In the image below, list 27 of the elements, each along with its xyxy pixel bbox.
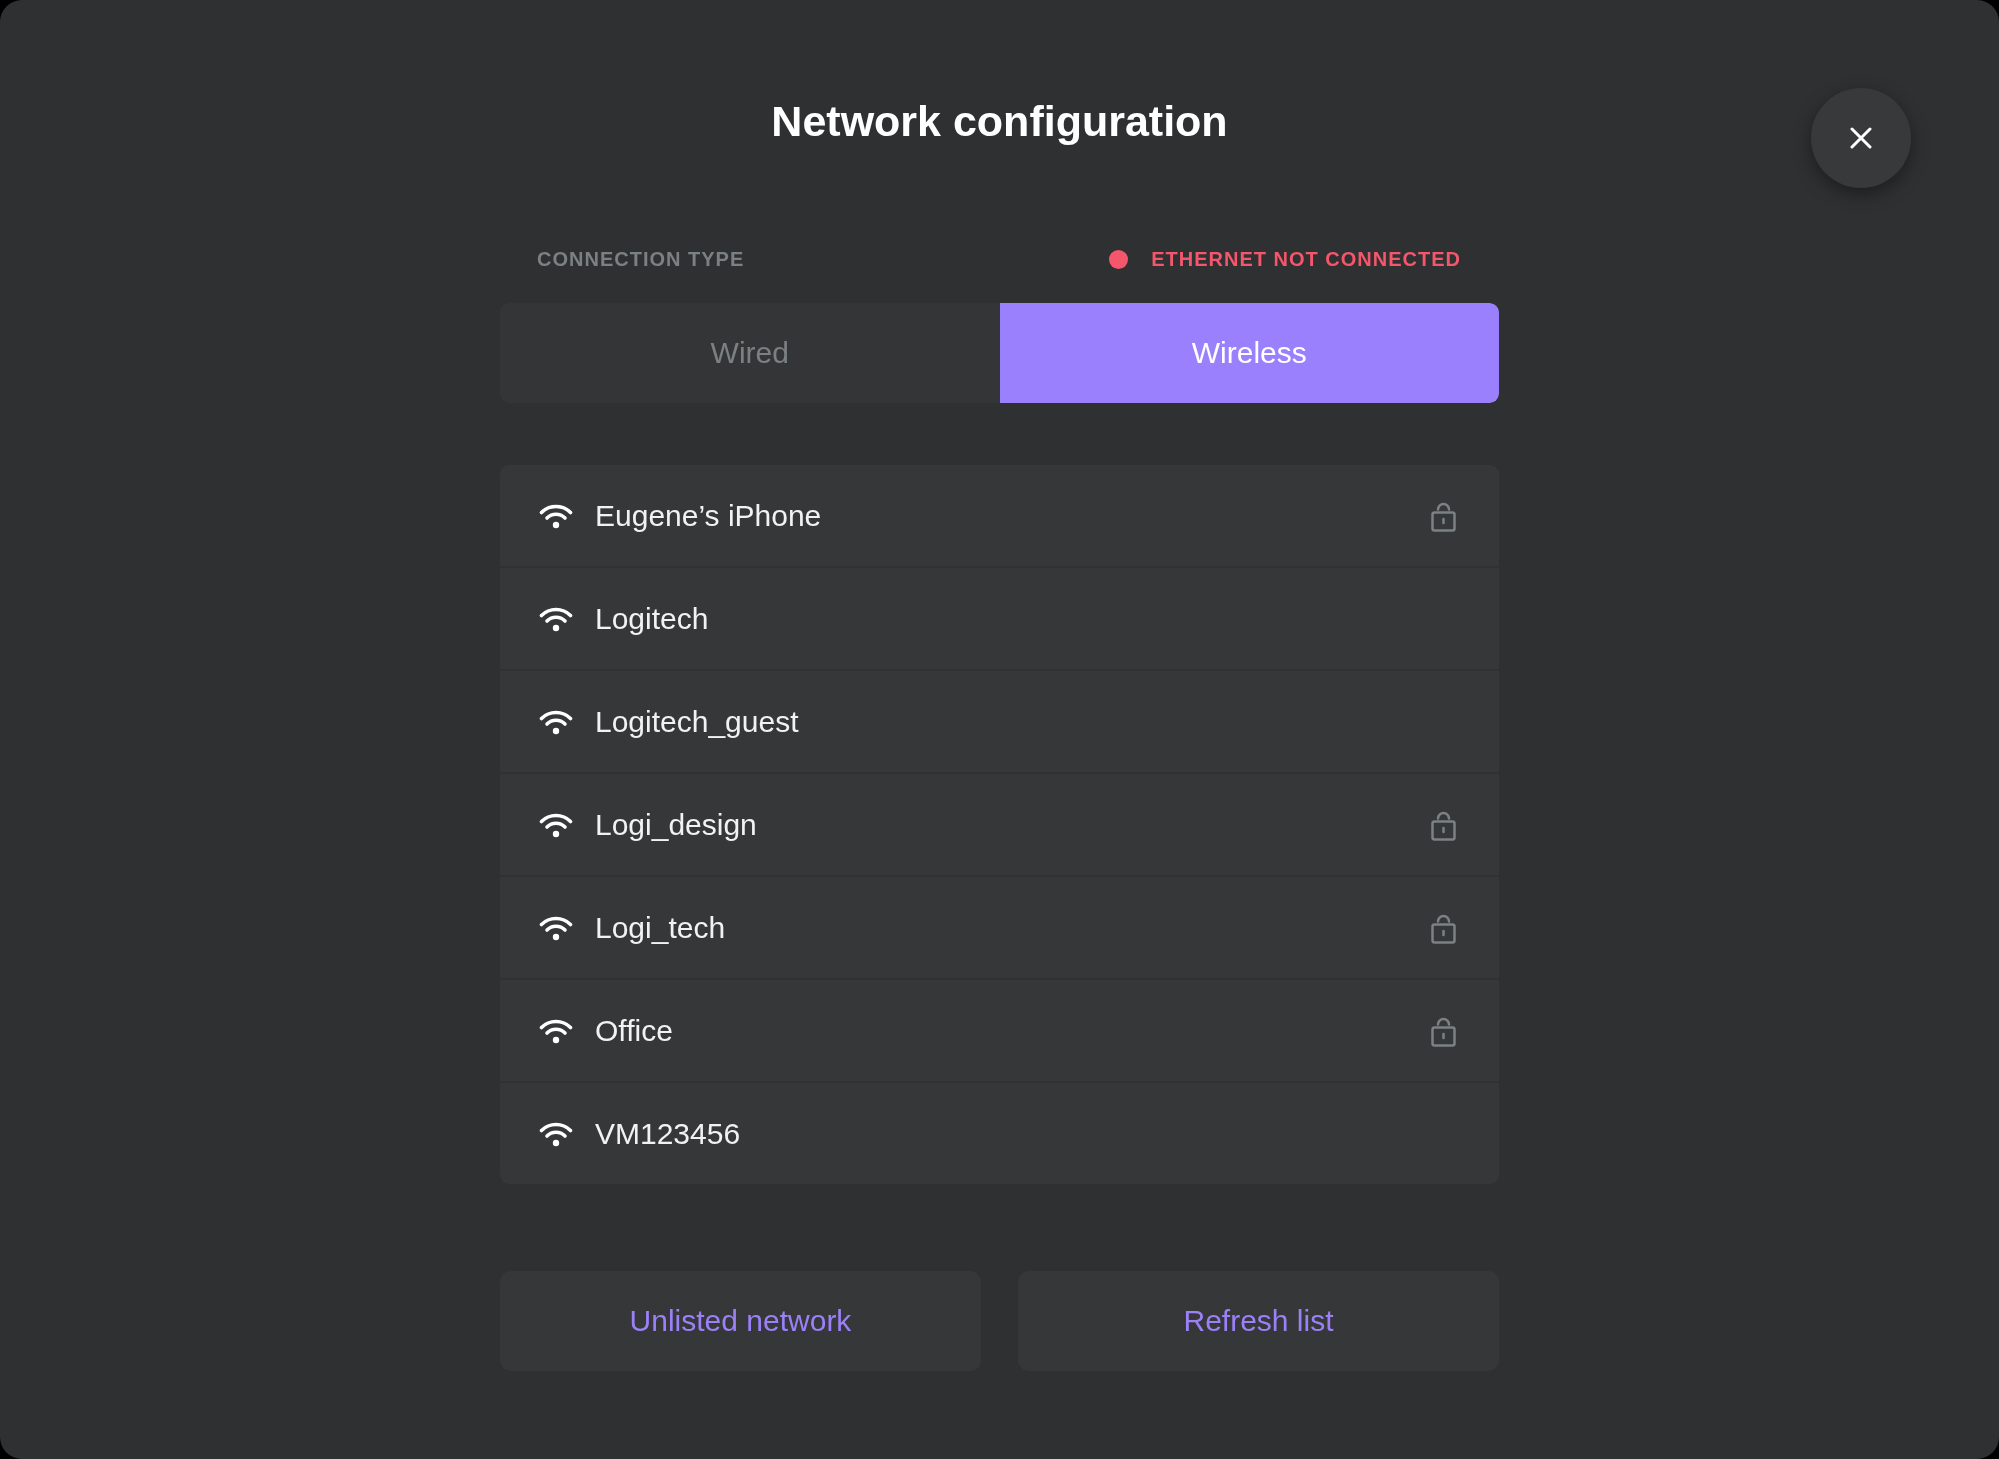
network-name: Eugene’s iPhone — [595, 498, 822, 533]
wifi-icon — [539, 605, 573, 632]
network-row[interactable]: Logitech — [500, 568, 1499, 669]
network-row[interactable]: VM123456 — [500, 1083, 1499, 1184]
wifi-icon — [539, 811, 573, 838]
network-row[interactable]: Logi_tech — [500, 877, 1499, 978]
wifi-icon — [539, 502, 573, 529]
close-icon — [1850, 127, 1872, 149]
wifi-icon — [539, 914, 573, 941]
network-name: Office — [595, 1013, 673, 1048]
dialog-title: Network configuration — [771, 97, 1228, 145]
network-name: Logitech_guest — [595, 704, 799, 739]
network-row[interactable]: Logi_design — [500, 774, 1499, 875]
network-name: Logi_design — [595, 807, 757, 842]
connection-type-label: CONNECTION TYPE — [537, 247, 745, 271]
network-row[interactable]: Eugene’s iPhone — [500, 465, 1499, 566]
action-button[interactable]: Refresh list — [1018, 1271, 1499, 1371]
wifi-icon — [539, 1017, 573, 1044]
network-name: Logitech — [595, 601, 709, 636]
network-name: Logi_tech — [595, 910, 726, 945]
wifi-icon — [539, 708, 573, 735]
action-button[interactable]: Unlisted network — [500, 1271, 981, 1371]
network-name: VM123456 — [595, 1116, 741, 1151]
network-row[interactable]: Logitech_guest — [500, 671, 1499, 772]
network-row[interactable]: Office — [500, 980, 1499, 1081]
wifi-icon — [539, 1120, 573, 1147]
ethernet-status-text: ETHERNET NOT CONNECTED — [1151, 247, 1461, 271]
